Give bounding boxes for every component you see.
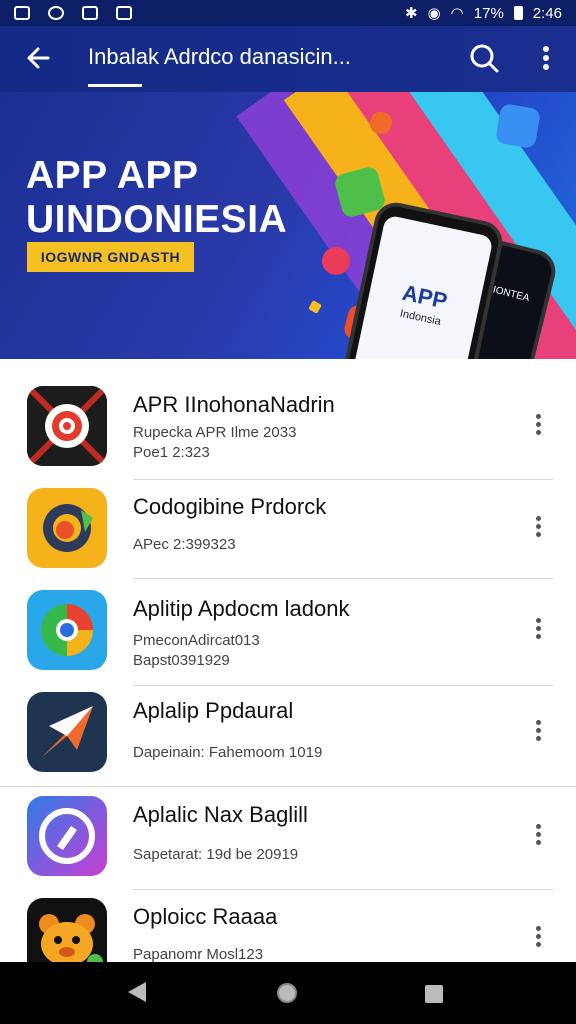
app-bar: Inbalak Adrdco danasicin... [0,26,576,92]
list-item[interactable]: Aplitip Apdocm ladonk PmeconAdircat013 B… [0,574,576,676]
more-vert-icon[interactable] [532,40,560,76]
chrome-like-icon [27,590,107,670]
battery-percent: 17% [473,4,504,22]
sim-icon [14,6,30,20]
shield-icon [82,6,98,20]
banner-headline-line2: UINDONIESIA [26,198,288,241]
app-detail: Bapst0391929 [133,652,230,669]
battery-icon [513,6,523,20]
status-right: ✱ ◉ ◠ 17% 2:46 [405,4,562,23]
promo-banner[interactable]: APP APP UINDONIESIA IOGWNR GNDASTH ISPRI… [0,92,576,359]
title-underline [88,84,142,87]
banner-tag[interactable]: IOGWNR GNDASTH [27,242,194,272]
app-detail: Sapetarat: 19d be 20919 [133,846,299,863]
app-name: Aplalic Nax Baglill [133,802,308,827]
more-vert-icon[interactable] [526,822,550,852]
clock: 2:46 [532,4,562,22]
phone-screen: APP Indonsia [351,214,494,359]
arrow-left-icon[interactable] [20,40,56,76]
status-bar: ✱ ◉ ◠ 17% 2:46 [0,0,576,26]
plane-icon [27,692,107,772]
target-icon [27,386,107,466]
app-detail: PmeconAdircat013 [133,632,260,649]
notification-icon [48,6,64,20]
location-icon: ◉ [427,5,441,22]
system-nav-bar [0,962,576,1024]
bluetooth-icon: ✱ [405,5,418,22]
app-detail: Dapeinain: Fahemoom 1019 [133,744,323,761]
more-vert-icon[interactable] [526,924,550,954]
app-name: Codogibine Prdorck [133,494,327,519]
app-detail: Rupecka APR Ilme 2033 [133,424,297,441]
compass-icon [27,796,107,876]
list-item[interactable]: APR IInohonaNadrin Rupecka APR Ilme 2033… [0,370,576,472]
app-detail: APec 2:399323 [133,536,236,553]
app-name: Oploicc Raaaa [133,904,278,929]
search-icon[interactable] [466,40,502,76]
status-left-icons [14,6,132,20]
deco-shape [322,247,350,275]
app-name: Aplitip Apdocm ladonk [133,596,350,621]
deco-shape [308,300,322,314]
more-vert-icon[interactable] [526,412,550,442]
more-vert-icon[interactable] [526,718,550,748]
more-vert-icon[interactable] [526,514,550,544]
banner-headline: APP APP UINDONIESIA [26,154,287,242]
more-vert-icon[interactable] [526,616,550,646]
list-item[interactable]: Aplalip Ppdaural Dapeinain: Fahemoom 101… [0,676,576,778]
app-detail: Poe1 2:323 [133,444,210,461]
app-name: Aplalip Ppdaural [133,698,294,723]
list-item[interactable]: Codogibine Prdorck APec 2:399323 [0,472,576,574]
app-name: APR IInohonaNadrin [133,392,335,417]
wifi-icon: ◠ [450,5,464,22]
circle-logo-icon [27,488,107,568]
page-title: Inbalak Adrdco danasicin... [88,44,351,69]
banner-headline-line1: APP APP [26,154,199,197]
deco-app-icon [494,102,542,150]
nav-home-icon[interactable] [277,983,297,1003]
calendar-icon [116,6,132,20]
nav-recents-icon[interactable] [425,985,443,1003]
app-detail: Papanomr Mosl123 [133,946,264,963]
nav-back-icon[interactable] [128,982,146,1002]
list-item[interactable]: Aplalic Nax Baglill Sapetarat: 19d be 20… [0,780,576,882]
